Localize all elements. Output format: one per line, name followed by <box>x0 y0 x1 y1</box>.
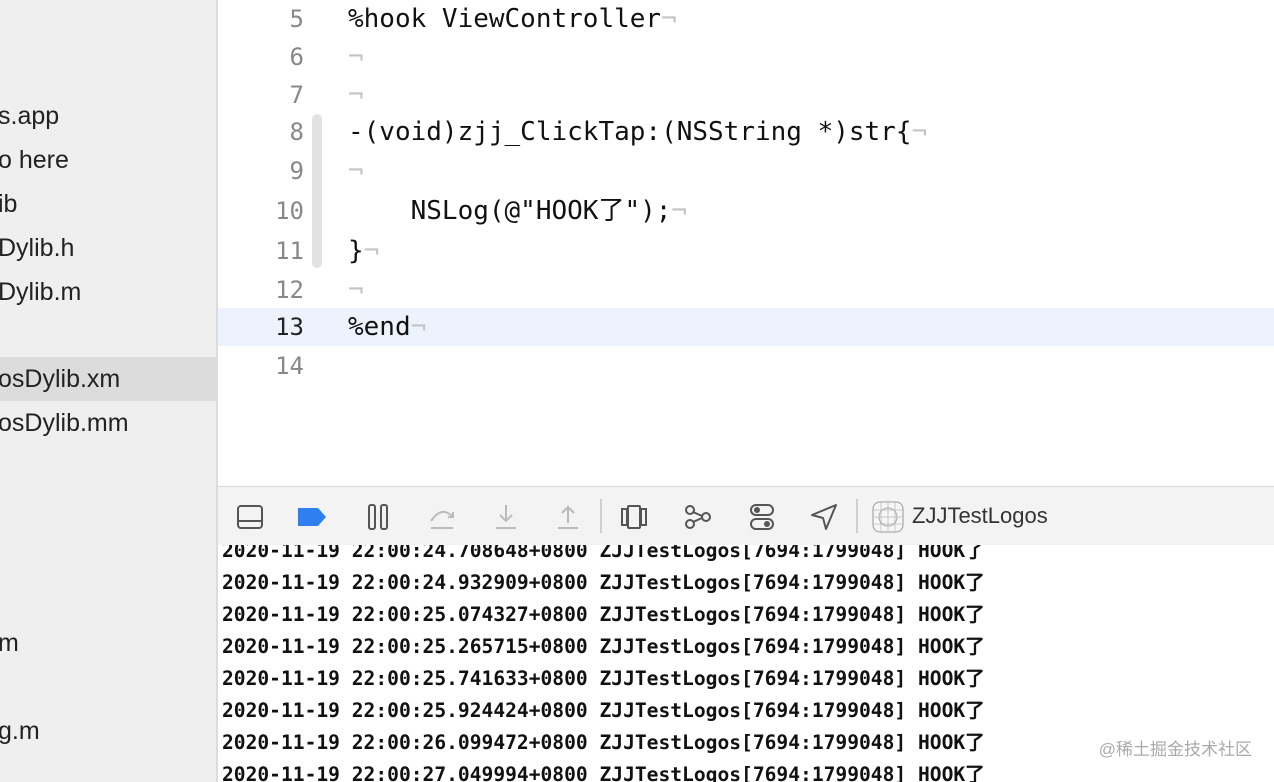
invisible-char: ¬ <box>348 156 364 186</box>
navigator-item-label: Dylib.h <box>0 234 75 262</box>
navigator-item[interactable]: g.m <box>0 709 216 753</box>
toolbar-divider <box>856 499 858 533</box>
navigator-item[interactable]: Dylib.h <box>0 226 216 270</box>
code-text: %end¬ <box>348 312 427 342</box>
hide-debug-area-icon[interactable] <box>230 497 270 537</box>
target-app-icon[interactable] <box>868 497 908 537</box>
navigator-item[interactable]: Dylib.m <box>0 270 216 314</box>
line-number: 13 <box>275 313 304 341</box>
code-text: NSLog(@"HOOK了");¬ <box>348 196 688 226</box>
invisible-char: ¬ <box>911 117 928 147</box>
line-number: 5 <box>289 5 304 33</box>
view-hierarchy-icon[interactable] <box>614 497 654 537</box>
step-out-icon[interactable] <box>548 497 588 537</box>
code-text: ¬ <box>348 152 364 190</box>
invisible-char: ¬ <box>410 312 427 342</box>
environment-overrides-icon[interactable] <box>742 497 782 537</box>
step-over-icon[interactable] <box>422 497 462 537</box>
console-line: 2020-11-19 22:00:25.074327+0800 ZJJTestL… <box>222 603 985 626</box>
code-text: %hook ViewController¬ <box>348 4 677 34</box>
line-number: 8 <box>289 118 304 146</box>
toolbar-divider <box>600 499 602 533</box>
navigator-item-label: ib <box>0 190 18 218</box>
navigator-item-label: Dylib.m <box>0 278 82 306</box>
console-line: 2020-11-19 22:00:27.049994+0800 ZJJTestL… <box>222 763 985 782</box>
debug-toolbar: ZJJTestLogos <box>218 486 1274 546</box>
code-editor[interactable]: 5 %hook ViewController¬ 6 ¬ 7 ¬ 8 -(void)zjj… <box>218 0 1274 486</box>
code-line[interactable]: 10 NSLog(@"HOOK了");¬ <box>218 192 1274 230</box>
navigator-item[interactable]: osDylib.mm <box>0 401 216 445</box>
code-line[interactable]: 14 <box>218 347 1274 385</box>
navigator-item-label: osDylib.mm <box>0 409 129 437</box>
code-line[interactable]: 12 ¬ <box>218 271 1274 309</box>
navigator-item[interactable]: m <box>0 621 216 665</box>
navigator-item-label: osDylib.xm <box>0 365 121 393</box>
console-line: 2020-11-19 22:00:24.708648+0800 ZJJTestL… <box>222 545 985 562</box>
invisible-char: ¬ <box>348 275 364 305</box>
code-line[interactable]: 7 ¬ <box>218 76 1274 114</box>
pause-icon[interactable] <box>358 497 398 537</box>
invisible-char: ¬ <box>348 42 364 72</box>
target-name[interactable]: ZJJTestLogos <box>912 487 1048 545</box>
line-number: 14 <box>275 352 304 380</box>
code-text: ¬ <box>348 271 364 309</box>
simulate-location-icon[interactable] <box>804 497 844 537</box>
code-line[interactable]: 11 }¬ <box>218 232 1274 270</box>
navigator-item-label: o here <box>0 146 69 174</box>
code-line[interactable]: 8 -(void)zjj_ClickTap:(NSString *)str{¬ <box>218 113 1274 151</box>
code-line[interactable]: 6 ¬ <box>218 38 1274 76</box>
line-number: 11 <box>275 237 304 265</box>
navigator-item[interactable]: ib <box>0 182 216 226</box>
memory-graph-icon[interactable] <box>678 497 718 537</box>
console-line: 2020-11-19 22:00:25.741633+0800 ZJJTestL… <box>222 667 985 690</box>
code-line-current[interactable]: 13 %end¬ <box>218 308 1274 346</box>
navigator-item[interactable]: o here <box>0 138 216 182</box>
breakpoints-icon[interactable] <box>292 497 332 537</box>
navigator-item-label: m <box>0 629 19 657</box>
navigator-item[interactable]: s.app <box>0 94 216 138</box>
console-line: 2020-11-19 22:00:24.932909+0800 ZJJTestL… <box>222 571 985 594</box>
step-into-icon[interactable] <box>486 497 526 537</box>
line-number: 6 <box>289 43 304 71</box>
console-line: 2020-11-19 22:00:25.265715+0800 ZJJTestL… <box>222 635 985 658</box>
project-navigator: s.app o here ib Dylib.h Dylib.m osDylib.… <box>0 0 218 782</box>
watermark: @稀土掘金技术社区 <box>1098 740 1252 759</box>
invisible-char: ¬ <box>348 80 364 110</box>
line-number: 7 <box>289 81 304 109</box>
navigator-item-label: g.m <box>0 717 40 745</box>
line-number: 9 <box>289 157 304 185</box>
code-line[interactable]: 9 ¬ <box>218 152 1274 190</box>
line-number: 10 <box>275 197 304 225</box>
invisible-char: ¬ <box>661 4 677 34</box>
code-text: -(void)zjj_ClickTap:(NSString *)str{¬ <box>348 117 928 147</box>
navigator-item-selected[interactable]: osDylib.xm <box>0 357 216 401</box>
code-text: }¬ <box>348 236 380 266</box>
code-text: ¬ <box>348 76 364 114</box>
console-line: 2020-11-19 22:00:25.924424+0800 ZJJTestL… <box>222 699 985 722</box>
invisible-char: ¬ <box>671 196 688 226</box>
invisible-char: ¬ <box>363 236 380 266</box>
navigator-item-label: s.app <box>0 102 60 130</box>
code-text: ¬ <box>348 38 364 76</box>
console-line: 2020-11-19 22:00:26.099472+0800 ZJJTestL… <box>222 731 985 754</box>
line-number: 12 <box>275 276 304 304</box>
code-line[interactable]: 5 %hook ViewController¬ <box>218 0 1274 38</box>
